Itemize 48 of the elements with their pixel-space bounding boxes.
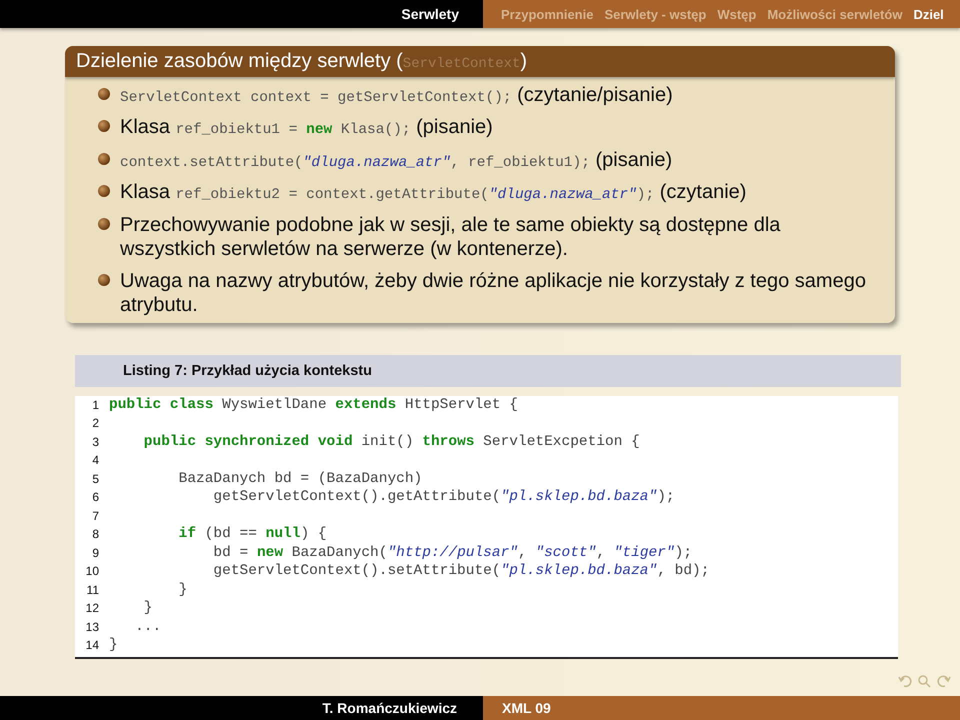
- line-number: 13: [84, 620, 100, 634]
- code-line: }: [142, 600, 153, 616]
- code-line: getServletContext().getAttribute("pl.sklep.bd.baza");: [212, 489, 675, 506]
- bullet-text: ServletContext context = getServletContext(); (czytanie/pisanie): [120, 83, 673, 108]
- line-number: 1: [91, 398, 100, 412]
- nav-link[interactable]: Serwlety - wstęp: [604, 6, 706, 22]
- nav-link[interactable]: Wstęp: [717, 6, 756, 22]
- bullet-text: Uwaga na nazwy atrybutów, żeby dwie różne aplikacje nie korzystały z tego samego atrybutu.: [120, 268, 867, 317]
- line-number: 7: [91, 508, 100, 523]
- code-line: public synchronized void init() throws ServletExcpetion {: [142, 434, 640, 450]
- line-number: 10: [84, 564, 100, 578]
- bullet-text: context.setAttribute("dluga.nazwa_atr", ref_obiektu1); (pisanie): [120, 148, 672, 172]
- line-number: 8: [91, 527, 100, 542]
- bullet-icon: [98, 274, 110, 286]
- code-line: }: [178, 582, 188, 598]
- bullet-icon: [98, 152, 110, 165]
- block-title: Dzielenie zasobów między serwlety (ServletContext): [65, 46, 895, 77]
- line-number: 3: [91, 434, 100, 449]
- nav-link[interactable]: Możliwości serwletów: [767, 6, 902, 22]
- code-line: }: [109, 637, 118, 654]
- bullet-icon: [98, 120, 110, 132]
- nav-link[interactable]: Przypomnienie: [501, 6, 594, 22]
- line-number: 9: [91, 546, 100, 560]
- navigation-icons[interactable]: [898, 674, 952, 688]
- line-number: 4: [91, 453, 100, 468]
- code-line: public class WyswietlDane extends HttpServlet {: [109, 396, 518, 413]
- line-number: 2: [91, 416, 100, 430]
- listing-caption: Listing 7: Przykład użycia kontekstu: [75, 354, 901, 387]
- code-line: bd = new BazaDanych("http://pulsar", "scott", "tiger");: [212, 544, 692, 561]
- line-number: 6: [91, 490, 100, 504]
- code-line: getServletContext().setAttribute("pl.sklep.bd.baza", bd);: [212, 563, 710, 580]
- footer-author: T. Romańczukiewicz: [322, 700, 457, 716]
- line-number: 14: [84, 638, 100, 652]
- code-line: if (bd == null) {: [178, 526, 327, 542]
- code-line: ...: [134, 618, 162, 635]
- line-number: 5: [91, 472, 100, 486]
- line-number: 11: [86, 582, 100, 597]
- bullet-icon: [98, 218, 110, 230]
- nav-link[interactable]: Dziel: [913, 6, 944, 22]
- code-line: BazaDanych bd = (BazaDanych): [178, 470, 422, 487]
- footer-title: XML 09: [502, 700, 551, 716]
- section-title[interactable]: Serwlety: [401, 6, 459, 22]
- bullet-text: Klasa ref_obiektu1 = new Klasa(); (pisanie): [120, 115, 493, 140]
- bullet-icon: [98, 88, 110, 100]
- line-number: 12: [84, 601, 100, 616]
- bullet-text: Przechowywanie podobne jak w sesji, ale te same obiekty są dostępne dla wszystkich serwletów na serwerze (w kontenerze).: [120, 212, 782, 261]
- bullet-text: Klasa ref_obiektu2 = context.getAttribute("dluga.nazwa_atr"); (czytanie): [120, 180, 746, 205]
- bullet-icon: [98, 185, 110, 198]
